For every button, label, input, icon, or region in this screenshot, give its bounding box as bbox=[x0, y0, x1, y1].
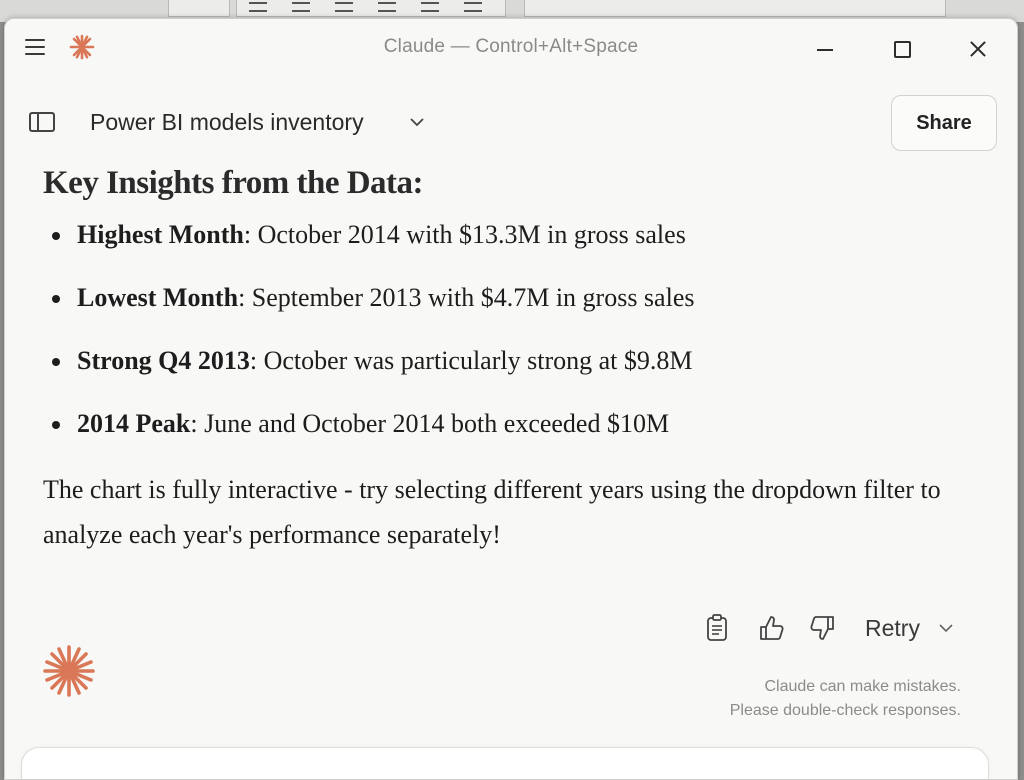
insight-text: : September 2013 with $4.7M in gross sal… bbox=[238, 283, 695, 312]
disclaimer-line: Claude can make mistakes. bbox=[764, 678, 961, 695]
bullet-icon bbox=[52, 295, 60, 303]
claude-logo-icon bbox=[43, 645, 95, 697]
bullet-icon bbox=[52, 421, 60, 429]
background-glyph bbox=[378, 2, 396, 12]
list-item: Highest Month: October 2014 with $13.3M … bbox=[43, 216, 983, 279]
background-glyph bbox=[421, 2, 439, 12]
background-panel bbox=[168, 0, 230, 17]
insight-label: Lowest Month bbox=[77, 283, 239, 312]
minimize-button[interactable] bbox=[810, 35, 840, 63]
claude-window: Claude — Control+Alt+Space Power BI mode… bbox=[4, 18, 1018, 780]
message-actions: Retry bbox=[697, 611, 987, 649]
background-glyph bbox=[335, 2, 353, 12]
copy-icon[interactable] bbox=[703, 613, 731, 643]
list-item: Lowest Month: September 2013 with $4.7M … bbox=[43, 279, 983, 342]
thumbs-down-icon[interactable] bbox=[809, 613, 837, 643]
background-glyph bbox=[292, 2, 310, 12]
disclaimer: Claude can make mistakes. Please double-… bbox=[730, 675, 961, 723]
thumbs-up-icon[interactable] bbox=[757, 613, 785, 643]
insight-text: : October 2014 with $13.3M in gross sale… bbox=[243, 220, 686, 249]
share-button[interactable]: Share bbox=[891, 95, 997, 151]
close-button[interactable] bbox=[963, 35, 993, 63]
assistant-message: Key Insights from the Data: Highest Mont… bbox=[43, 165, 983, 557]
retry-button[interactable]: Retry bbox=[865, 615, 920, 642]
background-toolbar bbox=[236, 0, 506, 17]
retry-chevron-down-icon[interactable] bbox=[939, 621, 953, 635]
insight-text: : June and October 2014 both exceeded $1… bbox=[190, 409, 670, 438]
chat-title[interactable]: Power BI models inventory bbox=[90, 109, 364, 136]
title-bar: Claude — Control+Alt+Space bbox=[5, 19, 1017, 77]
insight-label: 2014 Peak bbox=[77, 409, 191, 438]
chevron-down-icon[interactable] bbox=[410, 115, 424, 129]
list-item: 2014 Peak: June and October 2014 both ex… bbox=[43, 405, 983, 468]
message-heading: Key Insights from the Data: bbox=[43, 165, 424, 201]
sidebar-toggle-icon[interactable] bbox=[29, 112, 55, 132]
message-paragraph: The chart is fully interactive - try sel… bbox=[43, 475, 941, 549]
insights-list: Highest Month: October 2014 with $13.3M … bbox=[43, 216, 983, 468]
message-input[interactable] bbox=[21, 747, 989, 779]
list-item: Strong Q4 2013: October was particularly… bbox=[43, 342, 983, 405]
background-glyph bbox=[464, 2, 482, 12]
disclaimer-line: Please double-check responses. bbox=[729, 702, 961, 719]
insight-label: Highest Month bbox=[77, 220, 244, 249]
insight-text: : October was particularly strong at $9.… bbox=[249, 346, 693, 375]
background-glyph bbox=[249, 2, 267, 12]
window-title: Claude — Control+Alt+Space bbox=[383, 36, 639, 57]
maximize-button[interactable] bbox=[887, 35, 917, 63]
background-panel bbox=[524, 0, 946, 17]
bullet-icon bbox=[52, 358, 60, 366]
insight-label: Strong Q4 2013 bbox=[77, 346, 250, 375]
chat-header: Power BI models inventory Share bbox=[5, 91, 1017, 153]
bullet-icon bbox=[52, 232, 60, 240]
